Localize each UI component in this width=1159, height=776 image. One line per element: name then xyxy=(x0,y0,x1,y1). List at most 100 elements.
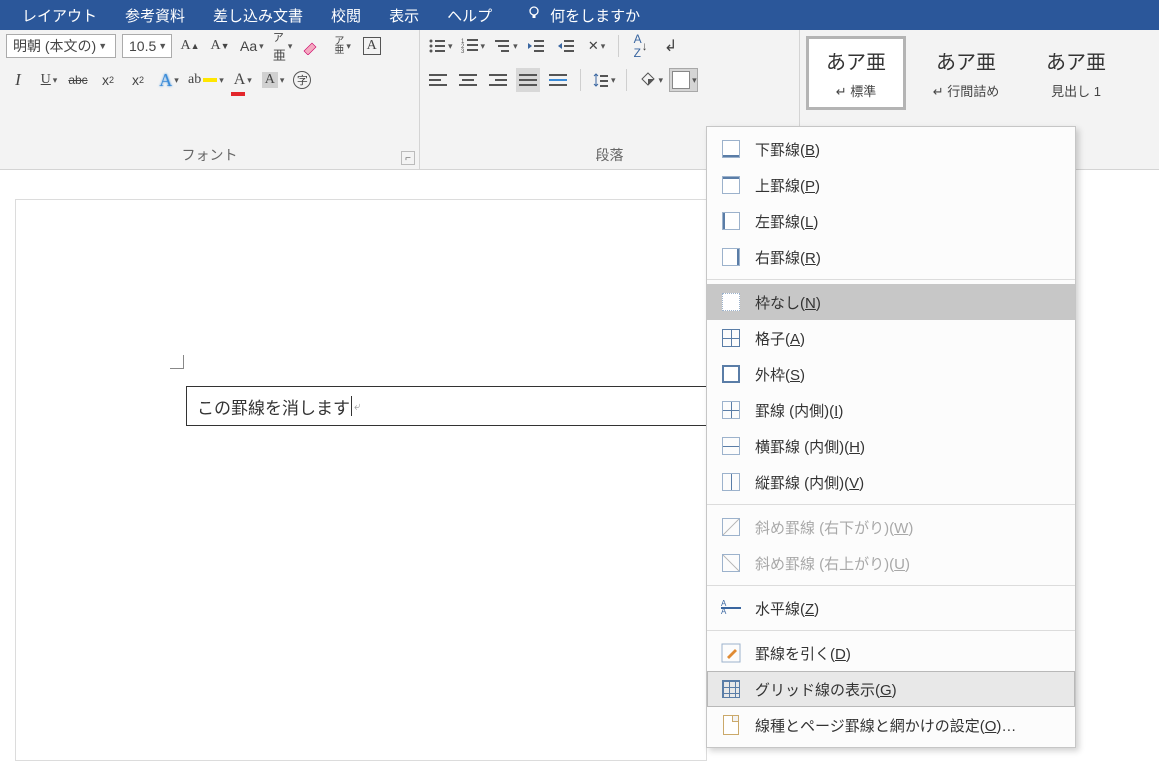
enclose-character-button[interactable]: 字 xyxy=(290,68,314,92)
tab-help[interactable]: ヘルプ xyxy=(433,0,506,30)
border-inside-v-icon xyxy=(721,472,741,492)
tab-layout[interactable]: レイアウト xyxy=(8,0,111,30)
tab-references[interactable]: 参考資料 xyxy=(111,0,199,30)
gridlines-icon xyxy=(721,679,741,699)
enclose-chars-button[interactable]: ア亜▾ xyxy=(330,34,354,58)
character-border-button[interactable]: A xyxy=(360,34,384,58)
line-spacing-button[interactable]: ▾ xyxy=(591,68,616,92)
align-left-button[interactable] xyxy=(426,68,450,92)
highlight-button[interactable]: ab▾ xyxy=(186,68,224,92)
bullets-button[interactable]: ▾ xyxy=(426,34,453,58)
textbox-text: この罫線を消します xyxy=(197,394,350,419)
menu-draw-border[interactable]: 罫線を引く(D) xyxy=(707,635,1075,671)
menu-border-bottom[interactable]: 下罫線(B) xyxy=(707,131,1075,167)
style-nospacing[interactable]: あア亜 ↵ 行間詰め xyxy=(916,36,1016,110)
lightbulb-icon xyxy=(526,5,542,25)
multilevel-list-button[interactable]: ▾ xyxy=(491,34,518,58)
decrease-indent-button[interactable] xyxy=(524,34,548,58)
cell-end-mark-icon: ⤶ xyxy=(354,399,361,414)
strikethrough-button[interactable]: abc xyxy=(66,68,90,92)
menu-show-gridlines[interactable]: グリッド線の表示(G) xyxy=(707,671,1075,707)
character-shading-button[interactable]: A▾ xyxy=(260,68,285,92)
clear-formatting-button[interactable] xyxy=(300,34,324,58)
style-heading1[interactable]: あア亜 見出し 1 xyxy=(1026,36,1126,110)
font-dialog-launcher[interactable]: ⌐ xyxy=(401,151,415,165)
text-effects-button[interactable]: A▾ xyxy=(156,68,180,92)
menu-border-left[interactable]: 左罫線(L) xyxy=(707,203,1075,239)
menu-label: 線種とページ罫線と網かけの設定(O)… xyxy=(755,715,1016,736)
menu-label: 縦罫線 (内側)(V) xyxy=(755,472,864,493)
menu-border-inside[interactable]: 罫線 (内側)(I) xyxy=(707,392,1075,428)
menu-diagonal-down: 斜め罫線 (右下がり)(W) xyxy=(707,509,1075,545)
style-sample: あア亜 xyxy=(826,46,886,75)
diagonal-down-icon xyxy=(721,517,741,537)
menu-border-all[interactable]: 格子(A) xyxy=(707,320,1075,356)
svg-text:3: 3 xyxy=(461,49,465,54)
borders-dropdown-menu: 下罫線(B) 上罫線(P) 左罫線(L) 右罫線(R) 枠なし(N) 格子(A)… xyxy=(706,126,1076,748)
numbering-button[interactable]: 123▾ xyxy=(459,34,486,58)
border-inside-icon xyxy=(721,400,741,420)
menu-label: グリッド線の表示(G) xyxy=(755,679,897,700)
border-left-icon xyxy=(721,211,741,231)
menu-border-none[interactable]: 枠なし(N) xyxy=(707,284,1075,320)
diagonal-up-icon xyxy=(721,553,741,573)
menu-border-right[interactable]: 右罫線(R) xyxy=(707,239,1075,275)
menu-separator xyxy=(707,279,1075,280)
grow-font-button[interactable]: A▲ xyxy=(178,34,202,58)
asian-layout-button[interactable]: ✕▾ xyxy=(584,34,608,58)
menu-border-inside-h[interactable]: 横罫線 (内側)(H) xyxy=(707,428,1075,464)
tab-view[interactable]: 表示 xyxy=(375,0,433,30)
increase-indent-button[interactable] xyxy=(554,34,578,58)
margin-corner-icon xyxy=(170,355,184,369)
menu-separator xyxy=(707,630,1075,631)
font-size-combo[interactable]: 10.5▼ xyxy=(122,34,172,58)
superscript-button[interactable]: x2 xyxy=(126,68,150,92)
tellme[interactable]: 何をしますか xyxy=(512,0,654,30)
shading-button[interactable]: ▾ xyxy=(637,68,664,92)
menu-border-top[interactable]: 上罫線(P) xyxy=(707,167,1075,203)
style-sample: あア亜 xyxy=(936,46,996,75)
border-all-icon xyxy=(721,328,741,348)
underline-button[interactable]: U▾ xyxy=(36,68,60,92)
bordered-textbox[interactable]: この罫線を消します ⤶ xyxy=(186,386,711,426)
menu-label: 下罫線(B) xyxy=(755,139,820,160)
menu-label: 右罫線(R) xyxy=(755,247,821,268)
align-right-button[interactable] xyxy=(486,68,510,92)
menu-separator xyxy=(707,504,1075,505)
distribute-button[interactable] xyxy=(546,68,570,92)
style-name: 標準 xyxy=(850,84,876,99)
subscript-button[interactable]: x2 xyxy=(96,68,120,92)
menu-border-inside-v[interactable]: 縦罫線 (内側)(V) xyxy=(707,464,1075,500)
shrink-font-button[interactable]: A▼ xyxy=(208,34,232,58)
separator xyxy=(618,35,619,57)
align-center-button[interactable] xyxy=(456,68,480,92)
italic-button[interactable]: I xyxy=(6,68,30,92)
menu-border-outside[interactable]: 外枠(S) xyxy=(707,356,1075,392)
menu-label: 横罫線 (内側)(H) xyxy=(755,436,865,457)
menu-label: 罫線を引く(D) xyxy=(755,643,851,664)
font-name-value: 明朝 (本文の) xyxy=(13,36,96,56)
page[interactable]: この罫線を消します ⤶ xyxy=(16,200,706,760)
menu-horizontal-line[interactable]: AA 水平線(Z) xyxy=(707,590,1075,626)
phonetic-guide-button[interactable]: ア亜▾ xyxy=(270,34,294,58)
menu-label: 罫線 (内側)(I) xyxy=(755,400,843,421)
tab-mailings[interactable]: 差し込み文書 xyxy=(199,0,317,30)
change-case-button[interactable]: Aa▾ xyxy=(238,34,264,58)
border-inside-h-icon xyxy=(721,436,741,456)
font-color-button[interactable]: A▾ xyxy=(230,68,254,92)
font-name-combo[interactable]: 明朝 (本文の)▼ xyxy=(6,34,116,58)
style-prefix: ↵ xyxy=(836,84,847,99)
group-font: 明朝 (本文の)▼ 10.5▼ A▲ A▼ Aa▾ ア亜▾ ア亜▾ A I U▾… xyxy=(0,30,420,169)
show-marks-button[interactable]: ↲ xyxy=(659,34,683,58)
menu-borders-options[interactable]: 線種とページ罫線と網かけの設定(O)… xyxy=(707,707,1075,743)
style-sample: あア亜 xyxy=(1046,46,1106,75)
menu-label: 枠なし(N) xyxy=(755,292,821,313)
style-normal[interactable]: あア亜 ↵ 標準 xyxy=(806,36,906,110)
borders-button[interactable]: ▾ xyxy=(669,68,698,92)
separator xyxy=(626,69,627,91)
sort-button[interactable]: AZ↓ xyxy=(629,34,653,58)
style-name: 見出し 1 xyxy=(1051,81,1101,100)
justify-button[interactable] xyxy=(516,68,540,92)
tab-review[interactable]: 校閲 xyxy=(317,0,375,30)
text-cursor xyxy=(351,396,352,416)
